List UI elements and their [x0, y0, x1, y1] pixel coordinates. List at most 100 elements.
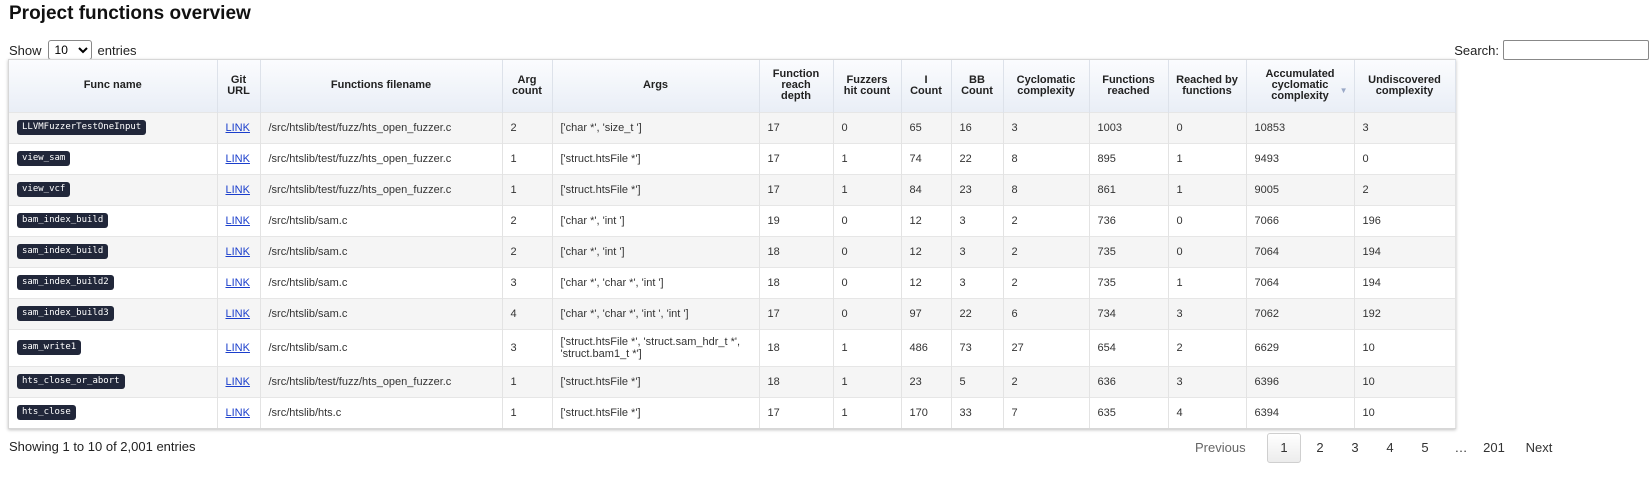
cell-args: ['struct.htsFile *']: [552, 142, 760, 174]
cell-bb-count: 22: [951, 142, 1004, 174]
column-header-accumulated-cyclomatic-complexity[interactable]: Accumulated cyclomatic complexity ▼: [1246, 60, 1355, 112]
git-url-link[interactable]: LINK: [226, 122, 250, 134]
cell-reached-by-functions: 0: [1168, 204, 1247, 236]
cell-undiscovered-complexity: 3: [1354, 111, 1456, 143]
git-url-link[interactable]: LINK: [226, 215, 250, 227]
cell-arg-count: 4: [502, 297, 553, 329]
column-header-label: Functions filename: [330, 79, 432, 92]
cell-accumulated-cyclomatic-complexity: 10853: [1246, 111, 1355, 143]
cell-arg-count: 2: [502, 235, 553, 267]
cell-i-count: 97: [901, 297, 952, 329]
function-name-badge: sam_write1: [17, 340, 82, 355]
table-body: LLVMFuzzerTestOneInput LINK/src/htslib/te…: [9, 111, 1456, 428]
cell-reached-by-functions: 3: [1168, 297, 1247, 329]
cell-func-name: view_sam: [9, 142, 218, 174]
cell-func-name: sam_index_build: [9, 235, 218, 267]
cell-accumulated-cyclomatic-complexity: 6629: [1246, 328, 1355, 366]
entries-label: entries: [97, 42, 137, 58]
previous-page-button[interactable]: Previous: [1195, 434, 1267, 462]
column-header-function-reach-depth[interactable]: Function reach depth: [759, 60, 834, 112]
column-header-func-name[interactable]: Func name: [9, 60, 218, 112]
column-header-label: BB Count: [961, 73, 993, 97]
cell-functions-reached: 895: [1089, 142, 1169, 174]
git-url-link[interactable]: LINK: [226, 342, 250, 354]
git-url-link[interactable]: LINK: [226, 184, 250, 196]
search-label: Search:: [1454, 42, 1499, 58]
column-header-cyclomatic-complexity[interactable]: Cyclomatic complexity: [1003, 60, 1090, 112]
column-header-functions-reached[interactable]: Functions reached: [1089, 60, 1169, 112]
cell-accumulated-cyclomatic-complexity: 7064: [1246, 235, 1355, 267]
cell-reached-by-functions: 4: [1168, 396, 1247, 428]
cell-undiscovered-complexity: 10: [1354, 328, 1456, 366]
cell-undiscovered-complexity: 0: [1354, 142, 1456, 174]
function-name-badge: bam_index_build: [17, 213, 109, 228]
cell-functions-filename: /src/htslib/sam.c: [260, 204, 503, 236]
cell-arg-count: 1: [502, 365, 553, 397]
cell-functions-filename: /src/htslib/test/fuzz/hts_open_fuzzer.c: [260, 142, 503, 174]
page-button-2[interactable]: 2: [1304, 434, 1336, 462]
cell-i-count: 12: [901, 235, 952, 267]
column-header-reached-by-functions[interactable]: Reached by functions: [1168, 60, 1247, 112]
column-header-label: Cyclomatic complexity: [1016, 73, 1076, 97]
page-button-1[interactable]: 1: [1267, 433, 1301, 463]
cell-functions-filename: /src/htslib/sam.c: [260, 328, 503, 366]
cell-undiscovered-complexity: 2: [1354, 173, 1456, 205]
cell-cyclomatic-complexity: 8: [1003, 173, 1090, 205]
cell-func-name: sam_index_build3: [9, 297, 218, 329]
cell-accumulated-cyclomatic-complexity: 9493: [1246, 142, 1355, 174]
cell-fuzzers-hit-count: 1: [833, 396, 902, 428]
git-url-link[interactable]: LINK: [226, 407, 250, 419]
git-url-link[interactable]: LINK: [226, 308, 250, 320]
table-row: view_vcf LINK/src/htslib/test/fuzz/hts_op…: [9, 173, 1456, 205]
search-input[interactable]: [1503, 40, 1649, 60]
table-row: hts_close LINK/src/htslib/hts.c 1 ['struct.…: [9, 396, 1456, 428]
cell-git-url: LINK: [217, 266, 261, 298]
page-button-5[interactable]: 5: [1409, 434, 1441, 462]
table-header: Func name Git URL Functions filename Arg co…: [9, 60, 1456, 112]
cell-args: ['char *', 'int ']: [552, 204, 760, 236]
cell-args: ['char *', 'int ']: [552, 235, 760, 267]
cell-cyclomatic-complexity: 6: [1003, 297, 1090, 329]
column-header-git-url[interactable]: Git URL: [217, 60, 261, 112]
column-header-label: Reached by functions: [1176, 73, 1238, 97]
column-header-undiscovered-complexity[interactable]: Undiscovered complexity: [1354, 60, 1456, 112]
column-header-functions-filename[interactable]: Functions filename: [260, 60, 503, 112]
cell-functions-reached: 736: [1089, 204, 1169, 236]
next-page-button[interactable]: Next: [1519, 434, 1559, 462]
cell-arg-count: 1: [502, 396, 553, 428]
cell-fuzzers-hit-count: 1: [833, 173, 902, 205]
git-url-link[interactable]: LINK: [226, 246, 250, 258]
function-name-badge: view_sam: [17, 151, 71, 166]
entries-length-control: Show 10 entries: [9, 40, 137, 60]
table-row: hts_close_or_abort LINK/src/htslib/test/f…: [9, 365, 1456, 397]
cell-bb-count: 3: [951, 204, 1004, 236]
cell-fuzzers-hit-count: 0: [833, 266, 902, 298]
cell-functions-reached: 636: [1089, 365, 1169, 397]
git-url-link[interactable]: LINK: [226, 277, 250, 289]
column-header-i-count[interactable]: I Count: [901, 60, 952, 112]
cell-functions-reached: 734: [1089, 297, 1169, 329]
page-button-4[interactable]: 4: [1374, 434, 1406, 462]
column-header-arg-count[interactable]: Arg count: [502, 60, 553, 112]
cell-functions-reached: 1003: [1089, 111, 1169, 143]
cell-arg-count: 2: [502, 111, 553, 143]
column-header-label: Arg count: [512, 73, 542, 97]
column-header-fuzzers-hit-count[interactable]: Fuzzers hit count: [833, 60, 902, 112]
git-url-link[interactable]: LINK: [226, 376, 250, 388]
cell-functions-reached: 861: [1089, 173, 1169, 205]
cell-func-name: sam_write1: [9, 328, 218, 366]
cell-args: ['char *', 'char *', 'int ']: [552, 266, 760, 298]
column-header-bb-count[interactable]: BB Count: [951, 60, 1004, 112]
cell-function-reach-depth: 18: [759, 235, 834, 267]
page-button-3[interactable]: 3: [1339, 434, 1371, 462]
page-button-last[interactable]: 201: [1478, 434, 1510, 462]
pagination: Previous 1 2 3 4 5 … 201 Next: [1195, 433, 1559, 463]
function-name-badge: hts_close_or_abort: [17, 374, 125, 389]
cell-func-name: hts_close_or_abort: [9, 365, 218, 397]
column-header-args[interactable]: Args: [552, 60, 760, 112]
git-url-link[interactable]: LINK: [226, 153, 250, 165]
cell-bb-count: 23: [951, 173, 1004, 205]
entries-per-page-select[interactable]: 10: [47, 40, 92, 60]
table-row: sam_index_build2 LINK/src/htslib/sam.c 3 ['…: [9, 266, 1456, 298]
cell-function-reach-depth: 18: [759, 365, 834, 397]
